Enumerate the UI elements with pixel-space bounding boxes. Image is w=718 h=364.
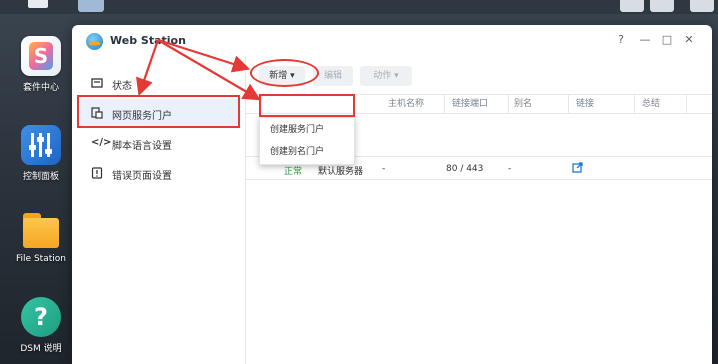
desktop-icon-file-station[interactable]: File Station xyxy=(6,210,76,264)
edit-button[interactable]: 编辑 xyxy=(313,66,353,86)
error-page-icon xyxy=(91,167,103,179)
desktop-icon-label: 套件中心 xyxy=(22,83,59,93)
maximize-button[interactable]: □ xyxy=(660,33,674,46)
user-icon[interactable] xyxy=(650,0,674,12)
taskbar xyxy=(0,0,718,14)
desktop-icon-package-center[interactable]: S 套件中心 xyxy=(6,36,76,93)
column-header-link[interactable]: 链接 xyxy=(576,95,594,113)
sidebar-item-error-page[interactable]: 错误页面设置 xyxy=(80,159,240,187)
sidebar-item-status[interactable]: 状态 xyxy=(80,69,240,97)
desktop-icon-label: 控制面板 xyxy=(22,172,59,182)
taskbar-web-station-icon[interactable] xyxy=(78,0,104,12)
folder-icon xyxy=(21,210,61,250)
annotation-highlight-create-portal xyxy=(259,94,355,117)
control-panel-icon xyxy=(21,125,61,165)
desktop-icon-label: DSM 说明 xyxy=(20,344,62,354)
action-button[interactable]: 动作 ▾ xyxy=(360,66,412,86)
host-cell: - xyxy=(382,164,386,174)
column-separator xyxy=(444,95,445,113)
column-header-port[interactable]: 链接端口 xyxy=(452,95,488,113)
annotation-highlight-sidebar xyxy=(77,95,240,128)
action-button-label: 动作 xyxy=(373,71,392,81)
create-dropdown-menu: 创建服务门户 创建别名门户 xyxy=(259,117,355,165)
chevron-down-icon: ▾ xyxy=(394,71,399,81)
search-icon[interactable] xyxy=(690,0,714,12)
sidebar-item-script-language[interactable]: </> 脚本语言设置 xyxy=(80,129,240,157)
menu-item-create-alias[interactable]: 创建别名门户 xyxy=(260,141,354,163)
status-cell: 正常 xyxy=(284,167,303,177)
notification-icon[interactable] xyxy=(620,0,644,12)
sidebar-item-label: 错误页面设置 xyxy=(112,171,172,182)
desktop-icon-label: File Station xyxy=(16,254,66,264)
column-header-summary[interactable]: 总结 xyxy=(642,95,660,113)
menu-item-create-portal[interactable]: 创建服务门户 xyxy=(260,119,354,141)
column-separator xyxy=(634,95,635,113)
column-separator xyxy=(508,95,509,113)
window-title: Web Station xyxy=(110,34,186,47)
web-station-logo-icon xyxy=(86,33,103,50)
sidebar-item-label: 状态 xyxy=(112,81,132,92)
open-link-icon[interactable] xyxy=(572,162,583,176)
port-cell: 80 / 443 xyxy=(446,164,484,174)
package-center-icon: S xyxy=(21,36,61,76)
column-separator xyxy=(568,95,569,113)
web-station-window: Web Station ? — □ ✕ 状态 网页服务门户 </> 脚本语言设置… xyxy=(72,25,712,364)
annotation-highlight-create xyxy=(250,59,319,87)
desktop-icon-dsm-help[interactable]: ? DSM 说明 xyxy=(6,297,76,354)
help-icon: ? xyxy=(21,297,61,337)
alias-cell: - xyxy=(508,164,512,174)
main-menu-icon[interactable] xyxy=(28,0,48,8)
desktop-icon-control-panel[interactable]: 控制面板 xyxy=(6,125,76,182)
close-button[interactable]: ✕ xyxy=(682,33,696,46)
service-cell: 默认服务器 xyxy=(318,167,364,177)
divider xyxy=(246,179,712,180)
help-button[interactable]: ? xyxy=(614,33,628,46)
column-header-hostname[interactable]: 主机名称 xyxy=(388,95,424,113)
minimize-button[interactable]: — xyxy=(638,33,652,46)
sidebar-item-label: 脚本语言设置 xyxy=(112,141,172,152)
column-separator xyxy=(686,95,687,113)
window-titlebar[interactable]: Web Station ? — □ ✕ xyxy=(72,25,712,57)
column-header-alias[interactable]: 别名 xyxy=(514,95,532,113)
code-icon: </> xyxy=(91,137,112,148)
status-icon xyxy=(91,77,103,89)
